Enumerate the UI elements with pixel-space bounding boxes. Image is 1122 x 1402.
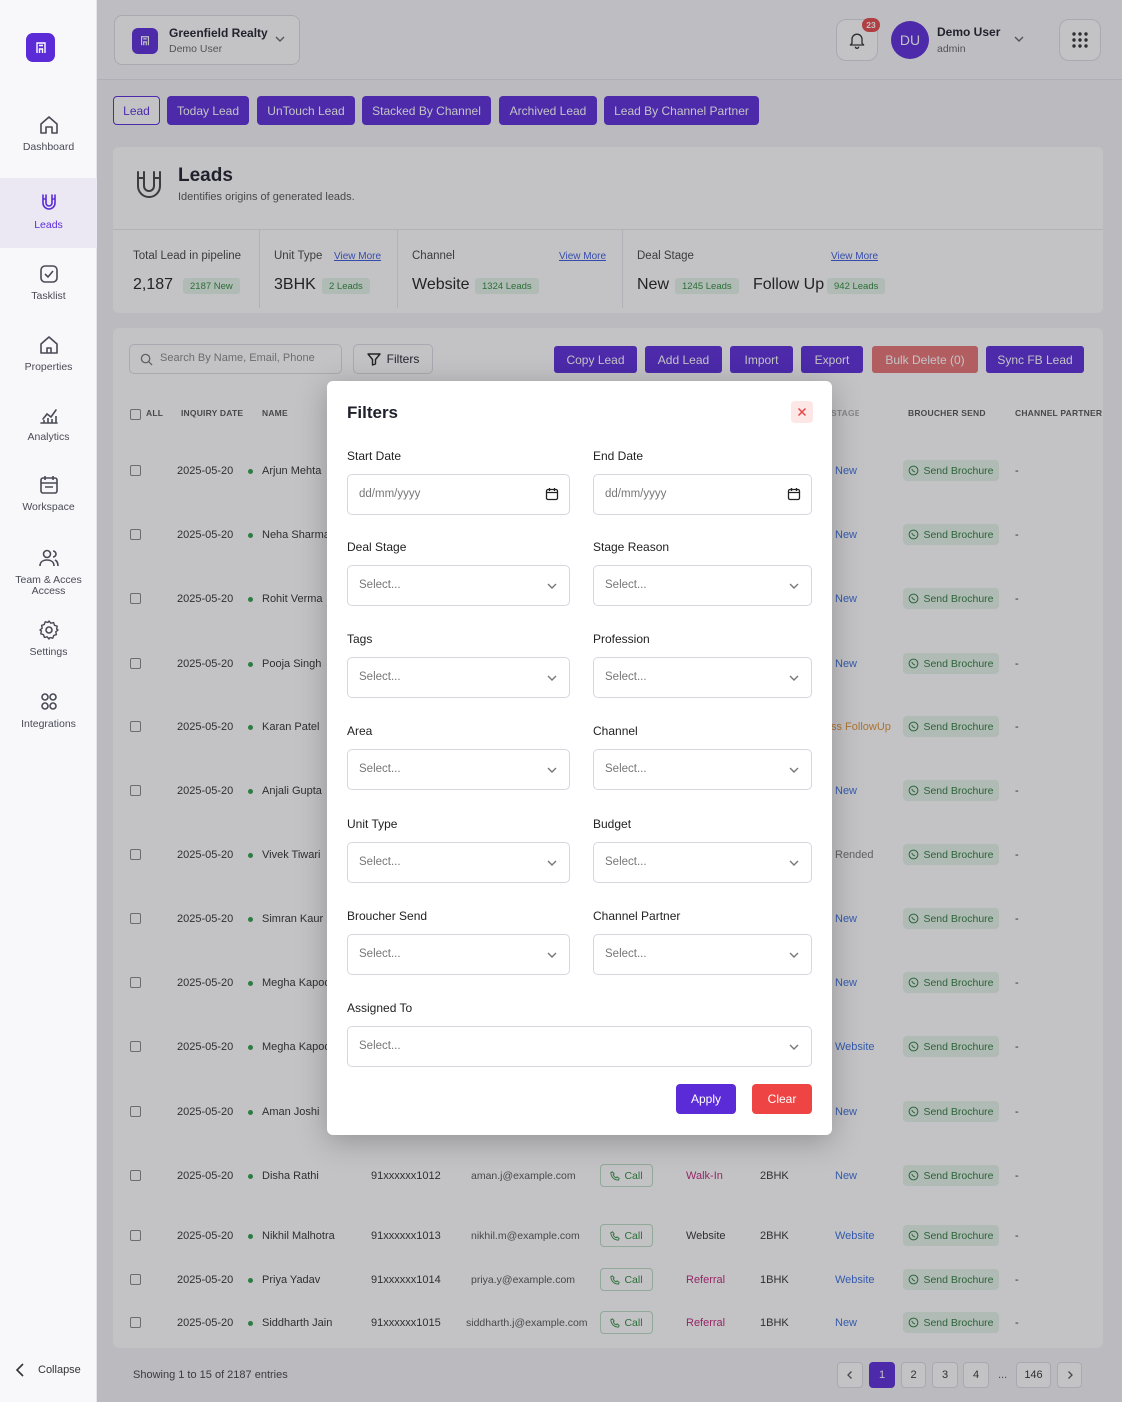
sidebar-item-tasklist[interactable]: Tasklist <box>0 262 97 312</box>
sidebar-item-label: Settings <box>29 646 68 658</box>
assigned-to-label: Assigned To <box>347 1001 413 1015</box>
close-icon <box>797 407 807 417</box>
start-date-input[interactable]: dd/mm/yyyy <box>347 474 570 515</box>
select-placeholder: Select... <box>359 579 401 591</box>
tags-select[interactable]: Select... <box>347 657 570 698</box>
date-placeholder: dd/mm/yyyy <box>605 488 667 500</box>
close-button[interactable] <box>791 401 813 423</box>
select-placeholder: Select... <box>359 763 401 775</box>
chevron-down-icon <box>789 675 799 681</box>
chevron-down-icon <box>789 767 799 773</box>
modal-title: Filters <box>347 403 399 422</box>
chevron-down-icon <box>547 860 557 866</box>
filters-modal: Filters Start Date dd/mm/yyyy End Date d… <box>327 381 832 1135</box>
chevron-down-icon <box>789 1044 799 1050</box>
date-placeholder: dd/mm/yyyy <box>359 488 421 500</box>
deal-stage-select[interactable]: Select... <box>347 565 570 606</box>
calendar-icon[interactable] <box>545 487 559 501</box>
chevron-down-icon <box>789 860 799 866</box>
select-placeholder: Select... <box>605 948 647 960</box>
sidebar-item-settings[interactable]: Settings <box>0 618 97 668</box>
chevron-down-icon <box>789 583 799 589</box>
sidebar-item-label: Integrations <box>21 718 76 730</box>
calendar-icon[interactable] <box>787 487 801 501</box>
sidebar-item-label: Leads <box>34 219 63 231</box>
channel-partner-label: Channel Partner <box>593 909 681 923</box>
integrations-icon <box>40 693 57 710</box>
checklist-icon <box>39 265 58 283</box>
select-placeholder: Select... <box>605 763 647 775</box>
select-placeholder: Select... <box>605 856 647 868</box>
tags-label: Tags <box>347 632 373 646</box>
chevron-left-icon <box>15 1363 24 1377</box>
select-placeholder: Select... <box>359 1040 401 1052</box>
house-icon <box>39 336 58 354</box>
broucher-send-select[interactable]: Select... <box>347 934 570 975</box>
sidebar-item-label: Analytics <box>27 431 70 443</box>
sidebar-item-label: Dashboard <box>22 141 75 153</box>
sidebar-item-label: Team & Acces Access <box>15 574 82 597</box>
stage-reason-label: Stage Reason <box>593 540 670 554</box>
users-icon <box>38 549 59 567</box>
magnet-icon <box>41 194 56 210</box>
chevron-down-icon <box>547 767 557 773</box>
end-date-input[interactable]: dd/mm/yyyy <box>593 474 812 515</box>
channel-partner-select[interactable]: Select... <box>593 934 812 975</box>
chart-icon <box>39 409 58 424</box>
apply-button[interactable]: Apply <box>676 1084 736 1114</box>
clear-button[interactable]: Clear <box>752 1084 812 1114</box>
select-placeholder: Select... <box>359 856 401 868</box>
channel-label: Channel <box>593 724 638 738</box>
profession-select[interactable]: Select... <box>593 657 812 698</box>
home-icon <box>39 116 58 134</box>
calendar-icon <box>39 476 58 494</box>
chevron-down-icon <box>547 675 557 681</box>
collapse-button[interactable]: Collapse <box>14 1362 81 1378</box>
budget-label: Budget <box>593 817 632 831</box>
sidebar-item-label: Workspace <box>22 501 75 513</box>
profession-label: Profession <box>593 632 650 646</box>
sidebar-item-integrations[interactable]: Integrations <box>0 690 97 740</box>
select-placeholder: Select... <box>605 671 647 683</box>
area-label: Area <box>347 724 373 738</box>
start-date-label: Start Date <box>347 449 402 463</box>
sidebar-item-label: Tasklist <box>31 290 66 302</box>
select-placeholder: Select... <box>359 948 401 960</box>
sidebar: Dashboard Leads Tasklist Properties Anal… <box>0 0 97 1402</box>
sidebar-item-team-access[interactable]: Team & Acces Access <box>0 546 97 598</box>
sidebar-item-label: Properties <box>24 361 73 373</box>
select-placeholder: Select... <box>359 671 401 683</box>
sidebar-item-leads[interactable]: Leads <box>0 178 97 248</box>
broucher-send-label: Broucher Send <box>347 909 428 923</box>
app-logo[interactable] <box>26 33 55 62</box>
chevron-down-icon <box>547 952 557 958</box>
sidebar-item-properties[interactable]: Properties <box>0 333 97 383</box>
gear-icon <box>38 620 59 640</box>
sidebar-item-analytics[interactable]: Analytics <box>0 403 97 453</box>
assigned-to-select[interactable]: Select... <box>347 1026 812 1067</box>
collapse-label: Collapse <box>38 1364 81 1376</box>
sidebar-item-workspace[interactable]: Workspace <box>0 473 97 523</box>
unit-type-label: Unit Type <box>347 817 398 831</box>
select-placeholder: Select... <box>605 579 647 591</box>
stage-reason-select[interactable]: Select... <box>593 565 812 606</box>
area-select[interactable]: Select... <box>347 749 570 790</box>
channel-select[interactable]: Select... <box>593 749 812 790</box>
deal-stage-label: Deal Stage <box>347 540 407 554</box>
chevron-down-icon <box>547 583 557 589</box>
chevron-down-icon <box>789 952 799 958</box>
unit-type-select[interactable]: Select... <box>347 842 570 883</box>
budget-select[interactable]: Select... <box>593 842 812 883</box>
end-date-label: End Date <box>593 449 644 463</box>
sidebar-item-dashboard[interactable]: Dashboard <box>0 113 97 171</box>
